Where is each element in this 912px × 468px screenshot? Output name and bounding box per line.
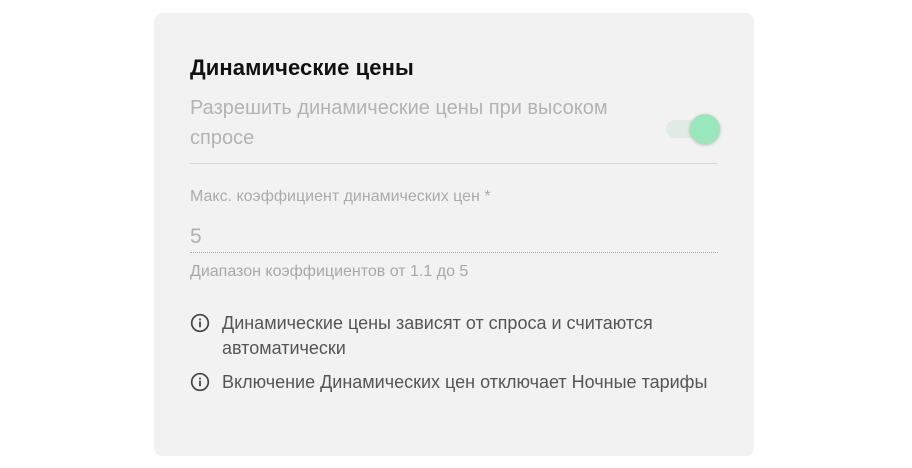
note-text: Включение Динамических цен отключает Ноч… xyxy=(222,372,708,392)
max-coefficient-label: Макс. коэффициент динамических цен * xyxy=(190,188,491,205)
note-item: Динамические цены зависят от спроса и сч… xyxy=(190,311,718,361)
switch-thumb xyxy=(690,114,720,144)
coefficient-helper-text: Диапазон коэффициентов от 1.1 до 5 xyxy=(190,263,469,280)
toggle-label: Разрешить динамические цены при высоком … xyxy=(190,97,608,149)
dynamic-pricing-card: Динамические цены Разрешить динамические… xyxy=(154,13,754,456)
dynamic-pricing-toggle-row: Разрешить динамические цены при высоком … xyxy=(190,93,720,164)
info-icon xyxy=(190,372,210,392)
notes-list: Динамические цены зависят от спроса и сч… xyxy=(190,311,718,404)
note-text: Динамические цены зависят от спроса и сч… xyxy=(222,313,653,358)
dynamic-pricing-switch[interactable] xyxy=(666,113,722,144)
note-item: Включение Динамических цен отключает Ноч… xyxy=(190,370,718,395)
max-coefficient-field: Макс. коэффициент динамических цен * Диа… xyxy=(190,187,718,282)
info-icon xyxy=(190,313,210,333)
card-title: Динамические цены xyxy=(190,55,414,80)
max-coefficient-input[interactable] xyxy=(190,221,718,253)
